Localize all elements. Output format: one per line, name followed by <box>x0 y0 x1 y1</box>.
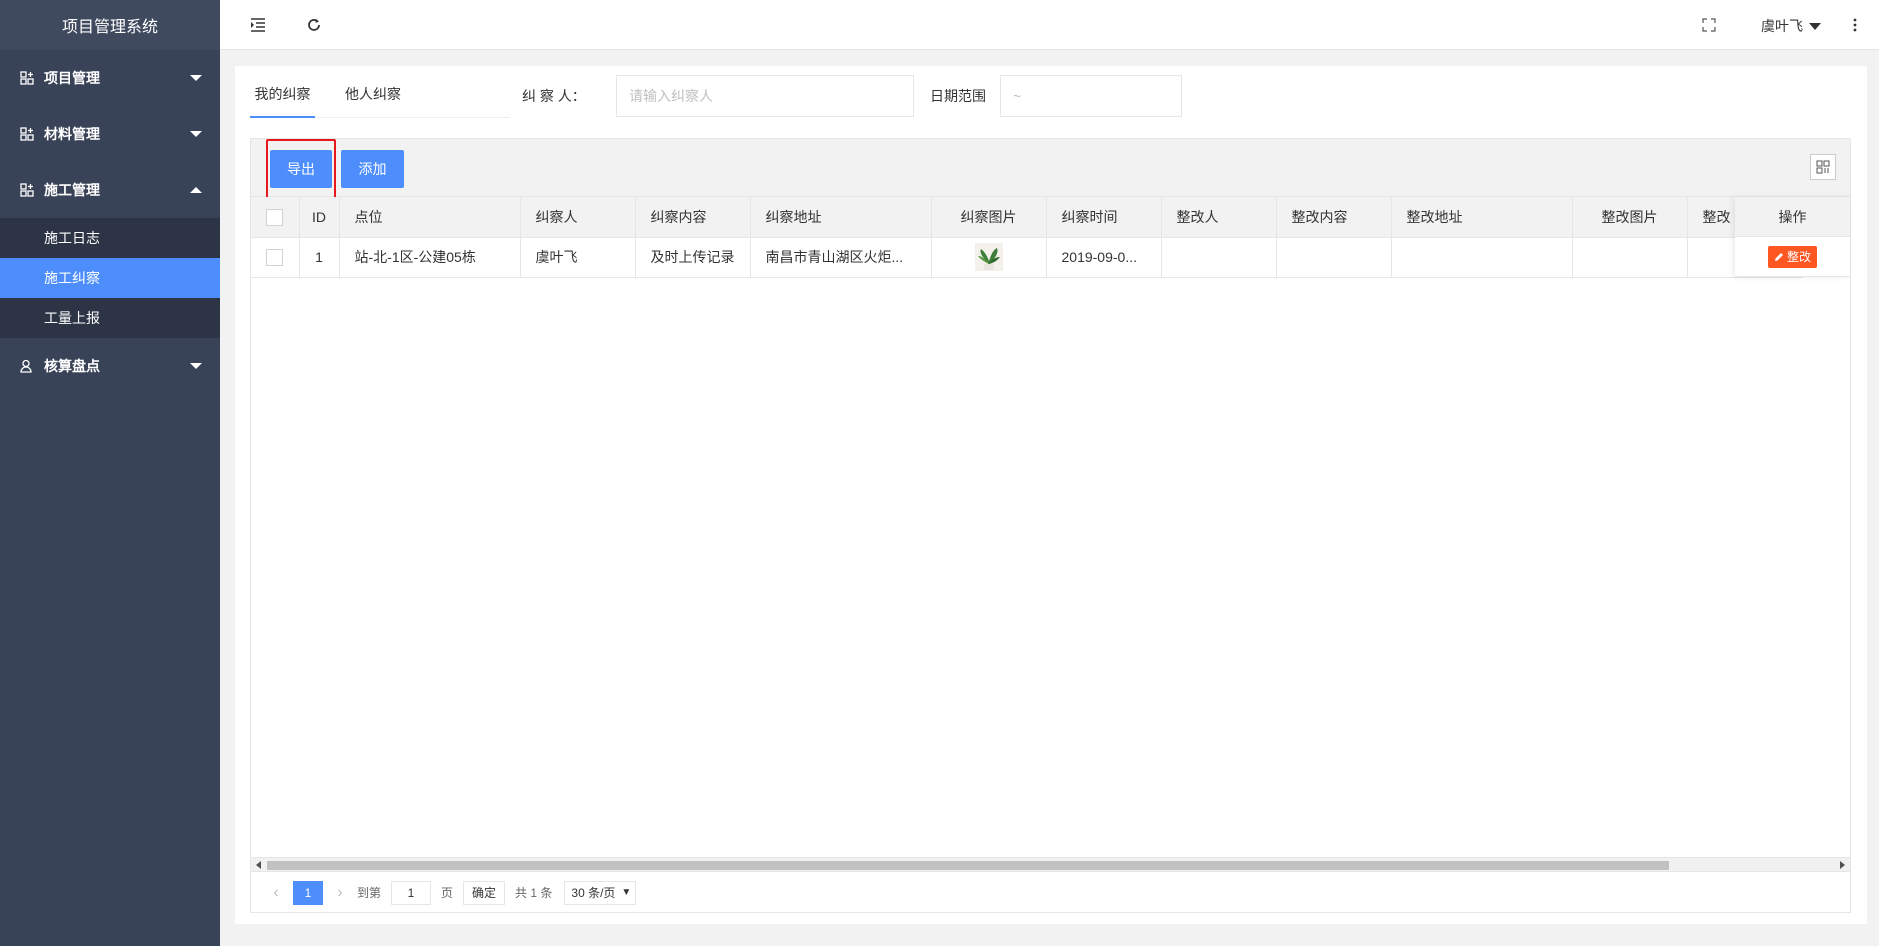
inspector-input[interactable]: 请输入纠察人 <box>616 75 914 117</box>
scrollbar-thumb[interactable] <box>267 861 1669 870</box>
column-header: 纠察时间 <box>1046 197 1162 238</box>
inspector-label: 纠 察 人： <box>522 88 586 104</box>
sidebar-item-label: 材料管理 <box>44 126 100 142</box>
chevron-up-icon <box>190 187 202 193</box>
operation-column: 操作 整改 <box>1735 197 1850 277</box>
sidebar: 项目管理系统 项目管理 材料管理 施工管理 施工日志 施工纠察 工量上报 核算盘… <box>0 0 220 946</box>
cell-inspector: 虞叶飞 <box>520 237 636 278</box>
topbar: 虞叶飞 <box>220 0 1879 50</box>
operation-cell: 整改 <box>1735 237 1850 277</box>
table-row[interactable]: 1 站-北-1区-公建05栋 虞叶飞 及时上传记录 南昌市青山湖区火炬... 2… <box>251 237 1803 278</box>
chevron-down-icon <box>190 75 202 81</box>
tab-bar: 我的纠察 他人纠察 <box>250 80 510 118</box>
goto-page-input[interactable]: 1 <box>391 880 432 905</box>
column-header: 整改内容 <box>1276 197 1392 238</box>
sidebar-subitem-log[interactable]: 施工日志 <box>0 218 220 258</box>
cell-time: 2019-09-0... <box>1046 237 1162 278</box>
construction-submenu: 施工日志 施工纠察 工量上报 <box>0 218 220 338</box>
sidebar-subitem-report[interactable]: 工量上报 <box>0 298 220 338</box>
scroll-left-icon[interactable] <box>256 861 261 869</box>
edit-icon <box>1774 252 1783 261</box>
cell-content: 及时上传记录 <box>635 237 751 278</box>
plant-thumbnail[interactable] <box>974 243 1003 271</box>
app-title: 项目管理系统 <box>0 0 220 50</box>
cell-fix-content <box>1276 237 1392 278</box>
row-checkbox[interactable] <box>266 248 284 266</box>
column-header: 纠察内容 <box>635 197 751 238</box>
column-header: 纠察图片 <box>931 197 1047 238</box>
column-header: ID <box>299 197 340 238</box>
goto-confirm-button[interactable]: 确定 <box>463 880 506 905</box>
page-unit-label: 页 <box>441 886 454 900</box>
total-count: 共 1 条 <box>515 886 553 900</box>
sidebar-item-construction[interactable]: 施工管理 <box>0 162 220 218</box>
pagination: ‹ 1 › 到第 1 页 确定 共 1 条 30 条/页 ▼ <box>251 871 1850 913</box>
date-range-input[interactable]: ~ <box>1000 75 1182 117</box>
tab-my-inspections[interactable]: 我的纠察 <box>250 80 315 118</box>
rectify-button[interactable]: 整改 <box>1767 245 1817 268</box>
user-icon <box>20 359 32 373</box>
columns-icon[interactable] <box>1810 154 1836 180</box>
export-button[interactable]: 导出 <box>270 150 332 188</box>
cell-address: 南昌市青山湖区火炬... <box>750 237 932 278</box>
column-header: 纠察地址 <box>750 197 932 238</box>
chevron-down-icon <box>190 131 202 137</box>
rectify-button-label: 整改 <box>1786 250 1811 264</box>
user-menu[interactable]: 虞叶飞 <box>1761 16 1821 36</box>
caret-down-icon <box>1809 22 1821 30</box>
cell-fix-address <box>1391 237 1573 278</box>
sidebar-item-material[interactable]: 材料管理 <box>0 106 220 162</box>
column-header: 整改图片 <box>1572 197 1688 238</box>
sidebar-item-label: 施工管理 <box>44 182 100 198</box>
table: ID 点位 纠察人 纠察内容 纠察地址 纠察图片 纠察时间 整改人 整改内容 整… <box>251 197 1803 278</box>
prev-page-icon[interactable]: ‹ <box>265 884 287 902</box>
grid-icon <box>20 127 34 141</box>
row-select-cell <box>251 237 300 278</box>
operation-header: 操作 <box>1735 197 1850 237</box>
cell-fix-image <box>1572 237 1688 278</box>
data-table: 导出 添加 ID 点位 纠察人 纠察内容 纠察地址 纠察图片 纠察时间 整改人 … <box>250 138 1851 913</box>
table-header-row: ID 点位 纠察人 纠察内容 纠察地址 纠察图片 纠察时间 整改人 整改内容 整… <box>251 197 1803 238</box>
horizontal-scrollbar[interactable] <box>251 857 1850 871</box>
refresh-icon[interactable] <box>304 15 324 35</box>
next-page-icon[interactable]: › <box>329 884 351 902</box>
date-range-label: 日期范围 <box>930 88 986 104</box>
menu-toggle-icon[interactable] <box>248 15 268 35</box>
column-header: 整改人 <box>1161 197 1277 238</box>
sidebar-subitem-inspection[interactable]: 施工纠察 <box>0 258 220 298</box>
more-vertical-icon[interactable] <box>1845 15 1865 35</box>
page-current[interactable]: 1 <box>293 880 323 905</box>
sidebar-item-accounting[interactable]: 核算盘点 <box>0 338 220 394</box>
fullscreen-icon[interactable] <box>1699 15 1719 35</box>
table-toolbar: 导出 添加 <box>251 139 1850 199</box>
tab-others-inspections[interactable]: 他人纠察 <box>345 80 401 118</box>
column-header: 点位 <box>339 197 521 238</box>
grid-icon <box>20 183 34 197</box>
scroll-right-icon[interactable] <box>1840 861 1845 869</box>
dropdown-arrow-icon: ▼ <box>621 887 632 898</box>
select-all-cell <box>251 197 300 238</box>
user-name: 虞叶飞 <box>1761 18 1803 34</box>
grid-icon <box>20 71 34 85</box>
select-all-checkbox[interactable] <box>266 208 284 226</box>
main-card: 我的纠察 他人纠察 纠 察 人： 请输入纠察人 日期范围 ~ 导出 添加 ID … <box>235 66 1867 924</box>
column-header: 整改地址 <box>1391 197 1573 238</box>
cell-point: 站-北-1区-公建05栋 <box>339 237 521 278</box>
add-button[interactable]: 添加 <box>341 150 404 188</box>
chevron-down-icon <box>190 363 202 369</box>
page-size-value: 30 条/页 <box>571 886 616 900</box>
cell-id: 1 <box>299 237 340 278</box>
sidebar-item-label: 项目管理 <box>44 70 100 86</box>
goto-label: 到第 <box>357 886 382 900</box>
sidebar-item-label: 核算盘点 <box>44 358 100 374</box>
cell-image <box>931 237 1047 278</box>
column-header: 纠察人 <box>520 197 636 238</box>
cell-fixer <box>1161 237 1277 278</box>
sidebar-item-project[interactable]: 项目管理 <box>0 50 220 106</box>
page-size-select[interactable]: 30 条/页 ▼ <box>564 880 637 905</box>
